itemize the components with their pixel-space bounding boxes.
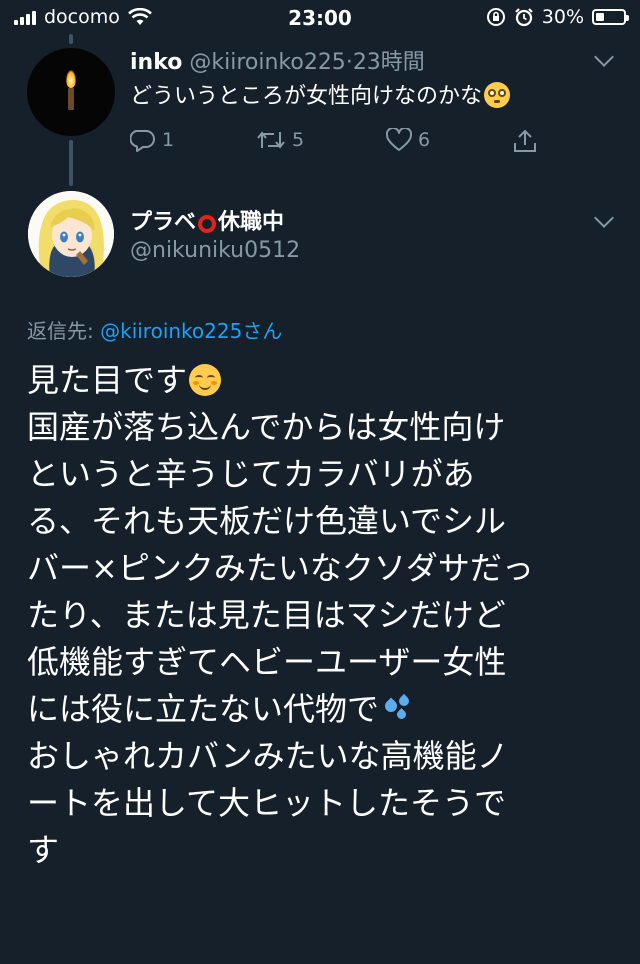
retweet-icon [257,131,285,149]
thread-line-top [69,34,73,44]
rotation-lock-icon [486,8,505,26]
display-name-part1: プラベ [130,210,197,235]
tweet-text-line: 見た目です [27,357,617,404]
display-name[interactable]: プラベ 休職中 [130,204,284,236]
retweet-button[interactable]: 5 [256,128,304,152]
share-button[interactable] [512,128,538,154]
retweet-count: 5 [292,129,305,151]
tweet-text-line: す [27,831,60,869]
display-name-part2: 休職中 [218,210,285,235]
reply-to-suffix[interactable]: さん [242,319,282,343]
tweet-text: 見た目です 国産が落ち込んでからは女性向け というと辛うじてカラバリがあ る、そ… [27,357,617,874]
status-bar-right: 30% [486,6,629,28]
tweet-text-line: 国産が落ち込んでからは女性向け [27,408,506,446]
relieved-face-icon [189,364,222,396]
timestamp[interactable]: 23時間 [353,50,425,75]
tweet-text-line: おしゃれカバンみたいな高機能ノ [27,737,509,775]
candle-body [68,88,74,110]
share-icon [514,129,536,152]
tweet-text-line: 低機能すぎてヘビーユーザー女性 [27,643,507,681]
like-count: 6 [418,129,431,151]
thread-line [69,140,73,186]
battery-percent: 30% [541,6,584,28]
alarm-icon [514,8,533,27]
candle-flame [66,70,76,88]
username[interactable]: @kiiroinko225 [189,50,345,75]
tweet-text-line: ートを出して大ヒットしたそうで [27,784,507,822]
tweet-text-line: バー×ピンクみたいなクソダサだっ [27,549,534,587]
tweet-text-line: には役に立たない代物で [27,686,617,733]
reply-icon [130,130,155,152]
status-bar: docomo 23:00 30% [0,0,640,36]
battery-icon [592,9,629,25]
reply-button[interactable]: 1 [130,128,174,152]
reply-to-line: 返信先: @kiiroinko225さん [27,315,282,344]
tweet-parent-text: どういうところが女性向けなのかな [130,78,511,110]
like-button[interactable]: 6 [386,128,430,152]
tweet-text-line: たり、または見た目はマシだけど [27,596,506,634]
anime-character-avatar [28,191,114,277]
sweat-droplets-icon [381,693,415,724]
username[interactable]: @nikuniku0512 [130,238,300,263]
avatar[interactable] [27,48,115,136]
red-circle-icon [198,215,217,233]
display-name[interactable]: inko [130,50,182,75]
avatar[interactable] [28,191,114,277]
heart-icon [386,128,412,151]
tweet-text-line: というと辛うじてカラバリがあ [27,455,475,493]
tweet-text-segment: 見た目です [27,361,188,399]
chevron-down-icon[interactable] [594,208,614,228]
tweet-text-line: る、それも天板だけ色違いでシル [27,502,507,540]
tweet-text-segment: には役に立たない代物で [27,690,380,728]
reply-to-label: 返信先: [27,319,101,343]
reply-count: 1 [162,129,175,151]
chevron-down-icon[interactable] [594,47,614,67]
tweet-parent-header: inko @kiiroinko225·23時間 [130,44,425,76]
separator: · [345,50,353,75]
reply-to-mention[interactable]: @kiiroinko225 [100,319,242,343]
flushed-face-icon [484,82,511,108]
tweet-text: どういうところが女性向けなのかな [130,84,483,109]
tweet-actions: 1 5 6 [130,128,550,162]
